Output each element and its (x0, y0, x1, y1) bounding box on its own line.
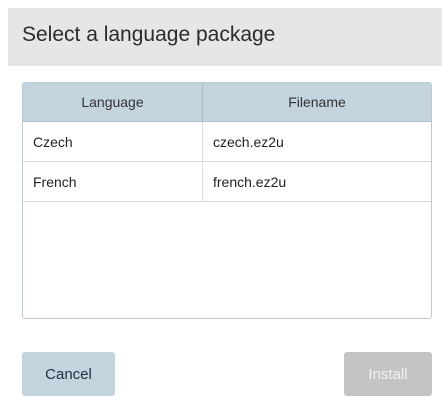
table-row-czech[interactable]: Czech czech.ez2u (23, 122, 431, 162)
cell-language: French (23, 162, 203, 201)
install-button[interactable]: Install (344, 352, 432, 396)
cancel-button[interactable]: Cancel (22, 352, 115, 396)
language-package-table: Language Filename Czech czech.ez2u Frenc… (22, 82, 432, 319)
cell-filename: czech.ez2u (213, 133, 284, 150)
table-row-french[interactable]: French french.ez2u (23, 162, 431, 202)
dialog-title: Select a language package (22, 23, 276, 46)
cell-language: Czech (23, 122, 203, 161)
dialog-header: Select a language package (8, 8, 442, 66)
column-header-filename[interactable]: Filename (203, 83, 431, 121)
cell-filename: french.ez2u (213, 173, 287, 190)
table-header: Language Filename (23, 83, 431, 122)
column-header-language[interactable]: Language (23, 83, 203, 121)
